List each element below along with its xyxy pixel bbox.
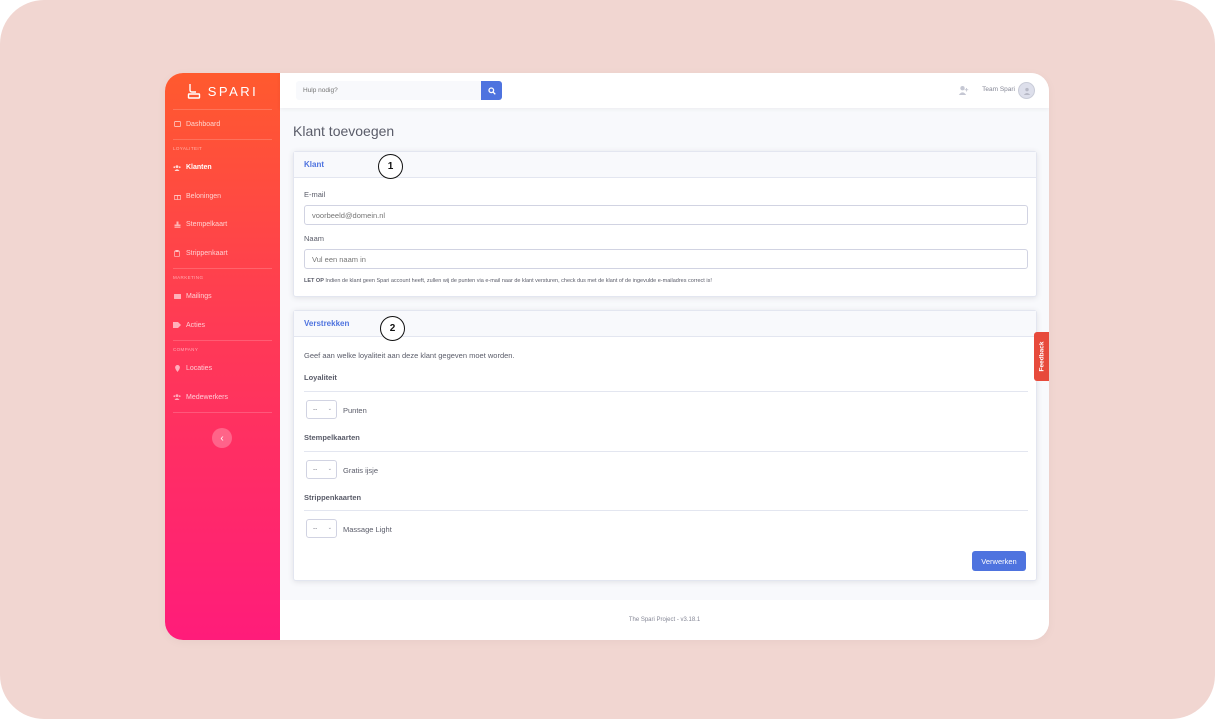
sidebar-item-label: Locaties [186, 365, 213, 373]
sidebar-item-medewerkers[interactable]: Medewerkers [165, 383, 280, 412]
step-marker-1: 1 [378, 154, 403, 179]
chevron-down-icon: ⌄ [327, 406, 332, 412]
name-label: Naam [304, 234, 325, 243]
search-icon [487, 86, 496, 95]
sidebar-item-stempelkaart[interactable]: Stempelkaart [165, 211, 280, 240]
feedback-label: Feedback [1038, 341, 1045, 372]
sidebar-item-acties[interactable]: Acties [165, 311, 280, 340]
select-value: -- [313, 525, 318, 532]
option-label-punten: Punten [343, 406, 367, 415]
verstrekken-card-header: Verstrekken [294, 311, 1036, 337]
sidebar-item-klanten[interactable]: Klanten [165, 154, 280, 183]
sidebar-item-label: Beloningen [186, 192, 222, 200]
sidebar-divider [173, 411, 272, 413]
step-marker-2: 2 [380, 316, 405, 341]
section-title-loyaliteit: Loyaliteit [304, 373, 337, 382]
sidebar-heading-company: COMPANY [173, 347, 199, 352]
sidebar-divider [173, 138, 272, 140]
warning-note-text: Indien de klant geen Spari account heeft… [323, 278, 712, 284]
sidebar-item-beloningen[interactable]: Beloningen [165, 182, 280, 211]
chevron-down-icon: ⌄ [327, 525, 332, 531]
select-value: -- [313, 466, 318, 473]
verwerken-button[interactable]: Verwerken [972, 551, 1026, 571]
strippenkaarten-select[interactable]: -- ⌄ [306, 519, 337, 538]
footer: The Spari Project - v3.18.1 [280, 600, 1049, 640]
page-title: Klant toevoegen [293, 123, 395, 139]
sidebar-item-label: Stempelkaart [186, 221, 228, 229]
sidebar-item-strippenkaart[interactable]: Strippenkaart [165, 239, 280, 268]
select-value: -- [313, 406, 318, 413]
envelope-icon [173, 293, 181, 301]
section-divider [304, 391, 1028, 392]
section-title-stempelkaarten: Stempelkaarten [304, 433, 360, 442]
users-icon [173, 164, 181, 172]
warning-note: LET OP Indien de klant geen Spari accoun… [304, 278, 712, 284]
sidebar-item-label: Mailings [186, 293, 212, 301]
user-name[interactable]: Team Spari [982, 86, 1015, 93]
sidebar-item-dashboard[interactable]: Dashboard [165, 110, 280, 139]
search-input[interactable] [296, 81, 482, 100]
email-field[interactable] [304, 205, 1028, 225]
team-icon [173, 393, 181, 401]
sidebar-item-locaties[interactable]: Locaties [165, 355, 280, 384]
user-plus-icon[interactable] [958, 85, 969, 96]
option-label-gratis-ijsje: Gratis ijsje [343, 466, 379, 475]
footer-version-text: The Spari Project - v3.18.1 [628, 617, 701, 623]
sidebar-toggle-button[interactable]: ‹ [212, 428, 232, 448]
warning-note-strong: LET OP [304, 278, 324, 284]
chevron-down-icon: ⌄ [327, 466, 332, 472]
sidebar: SPARI Dashboard LOYALITEIT Klanten Belon… [165, 73, 280, 640]
klant-card-header: Klant [294, 152, 1036, 178]
stamp-icon [173, 221, 181, 229]
sidebar-divider [173, 339, 272, 341]
brand-name: SPARI [207, 83, 259, 99]
email-label: E-mail [304, 190, 326, 199]
stempelkaarten-select[interactable]: -- ⌄ [306, 460, 337, 479]
topbar: Team Spari [280, 73, 1049, 108]
sidebar-item-label: Strippenkaart [186, 249, 228, 257]
section-divider [304, 451, 1028, 452]
map-pin-icon [173, 365, 181, 373]
sidebar-heading-marketing: MARKETING [173, 275, 204, 280]
section-divider [304, 510, 1028, 511]
loyaliteit-select[interactable]: -- ⌄ [306, 400, 337, 419]
sidebar-heading-loyaliteit: LOYALITEIT [173, 146, 203, 151]
chevron-left-icon: ‹ [220, 432, 224, 444]
section-title-strippenkaarten: Strippenkaarten [304, 493, 362, 502]
option-label-massage-light: Massage Light [343, 525, 392, 534]
feedback-tab[interactable]: Feedback [1034, 332, 1049, 381]
sidebar-divider [173, 267, 272, 269]
tag-icon [173, 321, 181, 329]
gift-icon [173, 192, 181, 200]
intro-text: Geef aan welke loyaliteit aan deze klant… [304, 351, 515, 360]
sidebar-item-label: Dashboard [186, 120, 221, 128]
piggy-stack-icon [187, 84, 200, 99]
dashboard-icon [173, 120, 181, 128]
sidebar-item-label: Acties [186, 321, 206, 329]
brand-logo[interactable]: SPARI [165, 73, 280, 109]
sidebar-item-label: Klanten [186, 164, 212, 172]
sidebar-item-label: Medewerkers [186, 393, 229, 401]
search-button[interactable] [481, 81, 502, 100]
app-window: SPARI Dashboard LOYALITEIT Klanten Belon… [165, 73, 1049, 640]
sidebar-item-mailings[interactable]: Mailings [165, 283, 280, 312]
user-avatar-icon [1023, 87, 1030, 95]
avatar[interactable] [1018, 82, 1035, 99]
clipboard-icon [173, 249, 181, 257]
verstrekken-card: Verstrekken 2 Geef aan welke loyaliteit … [293, 310, 1037, 581]
klant-card: Klant 1 E-mail Naam LET OP Indien de kla… [293, 151, 1037, 297]
name-field[interactable] [304, 249, 1028, 269]
